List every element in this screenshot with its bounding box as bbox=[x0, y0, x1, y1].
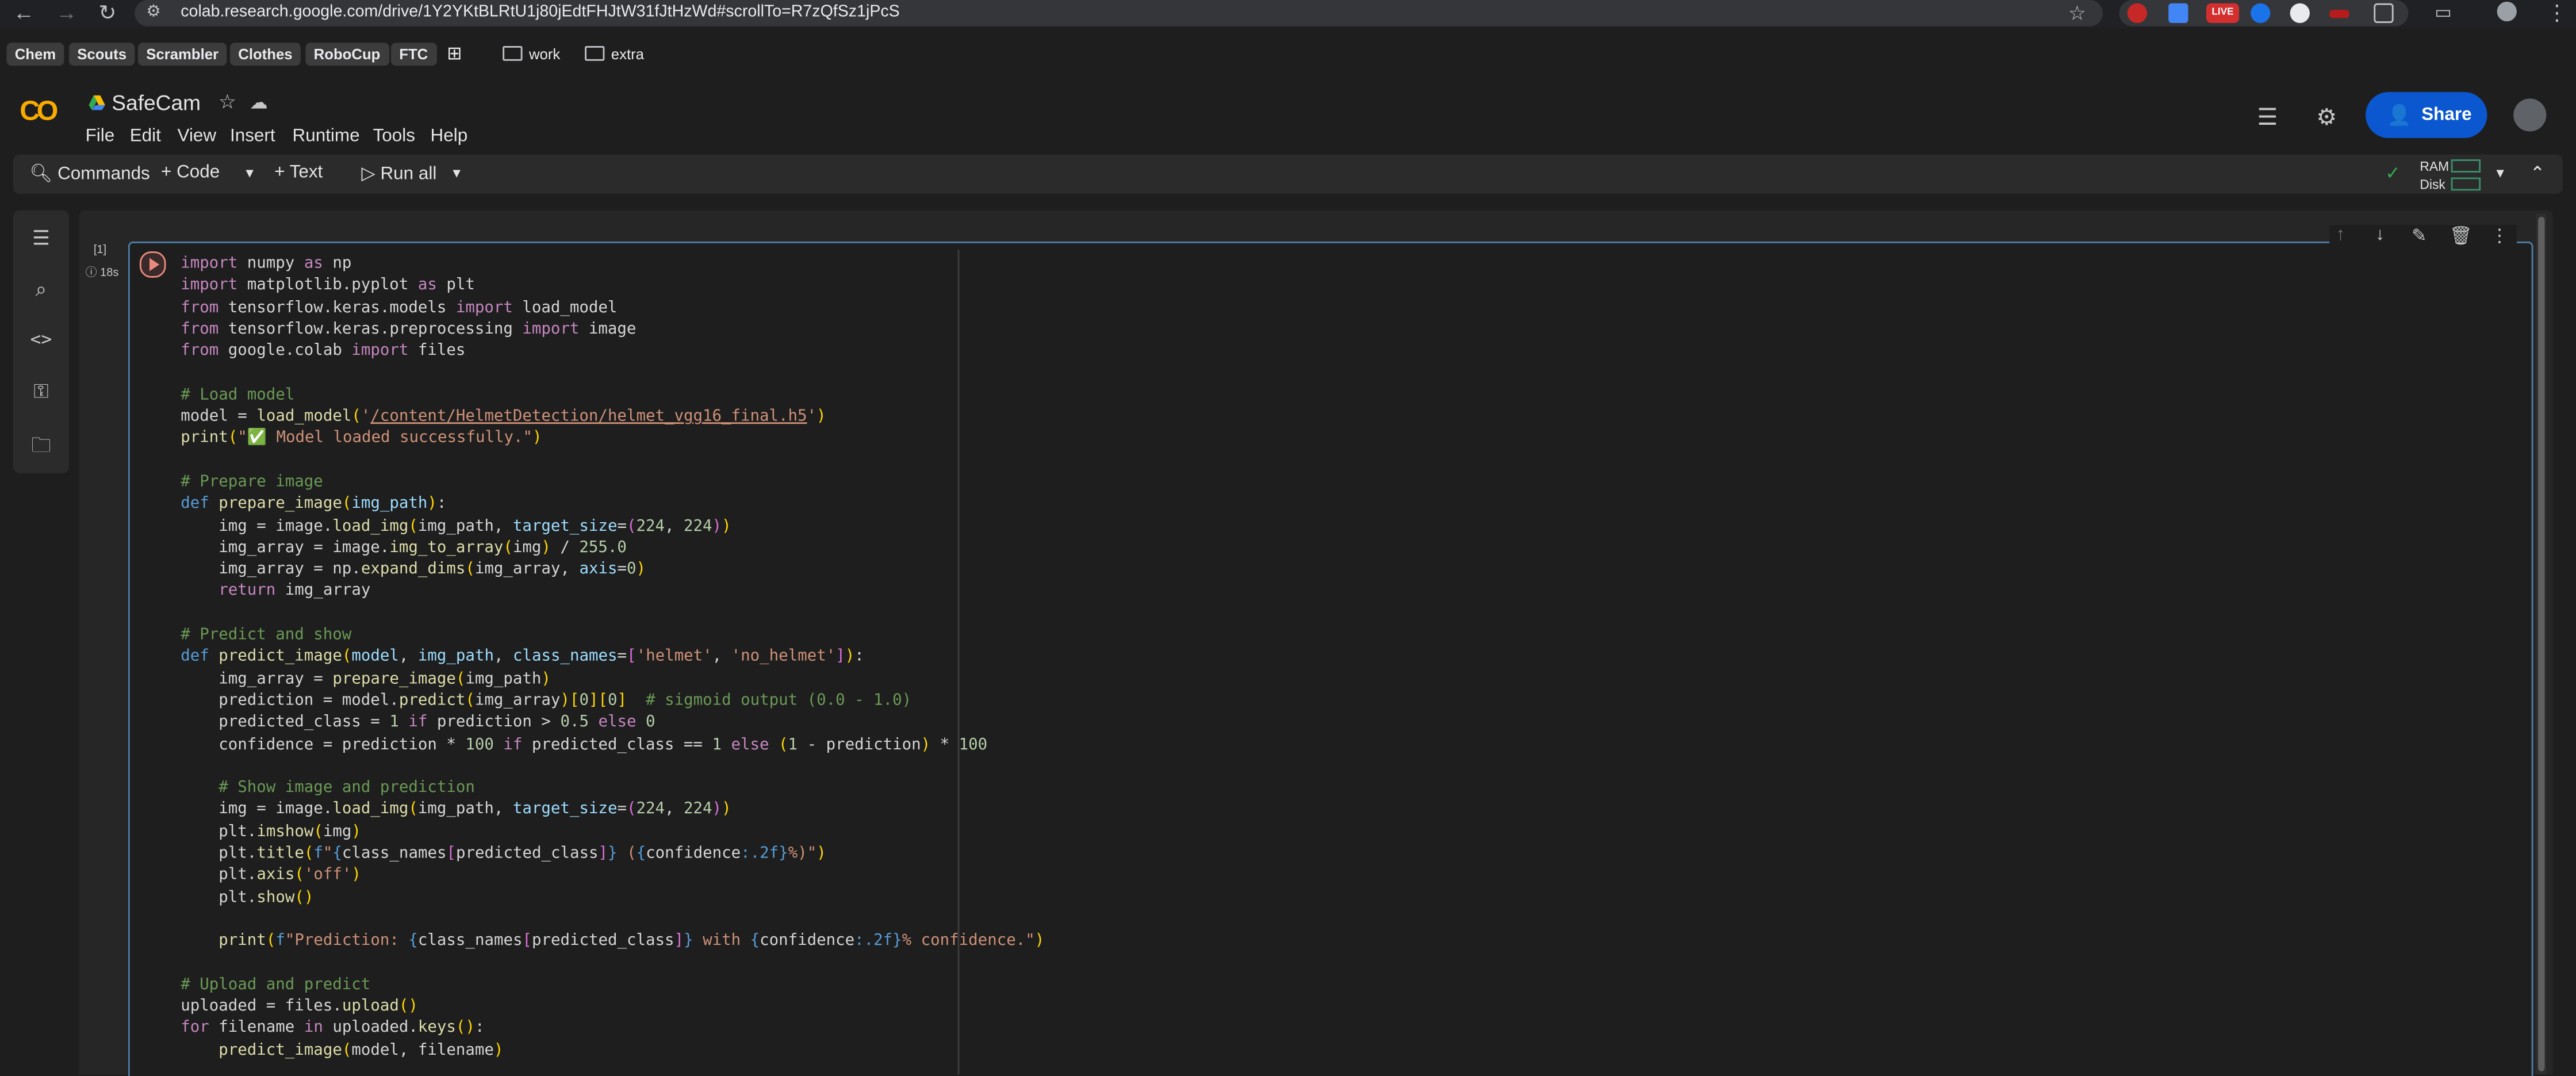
browser-toolbar: ← → ↻ ⚙ colab.research.google.com/drive/… bbox=[0, 0, 2576, 28]
collapse-header-icon[interactable]: ⌃ bbox=[2530, 163, 2545, 184]
run-all-label: Run all bbox=[380, 164, 437, 184]
apps-icon[interactable]: ⊞ bbox=[447, 43, 462, 66]
warning-icon: ⓘ bbox=[85, 267, 97, 279]
reading-list-icon[interactable]: ▭ bbox=[2435, 2, 2452, 25]
share-button[interactable]: 👤 Share bbox=[2366, 91, 2487, 138]
runtime-dropdown-icon[interactable]: ▼ bbox=[2494, 166, 2507, 181]
extension-live-icon[interactable]: LIVE bbox=[2206, 3, 2240, 23]
bookmark-folder-extra[interactable]: extra bbox=[585, 43, 644, 66]
cell-toolbar: ↑ ↓ ✎ 🗑 ⋮ bbox=[2329, 225, 2517, 250]
menu-help[interactable]: Help bbox=[431, 127, 468, 146]
search-icon: 🔍︎ bbox=[29, 164, 53, 184]
share-label: Share bbox=[2421, 105, 2472, 125]
profile-avatar-icon[interactable] bbox=[2497, 1, 2517, 22]
commands-label: Commands bbox=[57, 164, 150, 184]
extension-blue-icon[interactable] bbox=[2251, 3, 2271, 23]
drive-icon bbox=[89, 95, 105, 110]
execution-count: [1] bbox=[93, 244, 107, 256]
find-icon[interactable]: ⌕ bbox=[29, 278, 52, 302]
bookmark-clothes[interactable]: Clothes bbox=[229, 43, 301, 66]
extensions-puzzle-icon[interactable] bbox=[2374, 3, 2394, 23]
site-info-icon[interactable]: ⚙ bbox=[146, 2, 161, 25]
folder-icon bbox=[503, 45, 523, 61]
move-down-icon[interactable]: ↓ bbox=[2375, 225, 2385, 244]
people-icon: 👤 bbox=[2387, 103, 2412, 127]
url-text[interactable]: colab.research.google.com/drive/1Y2YKtBL… bbox=[181, 3, 899, 21]
bookmark-folder-work[interactable]: work bbox=[503, 43, 560, 66]
notebook-title[interactable]: SafeCam bbox=[112, 90, 201, 115]
menu-edit[interactable]: Edit bbox=[130, 127, 161, 146]
disk-meter bbox=[2451, 177, 2481, 191]
run-cell-button[interactable] bbox=[139, 251, 166, 278]
run-all-button[interactable]: ▷ Run all bbox=[362, 163, 437, 184]
extension-translate-icon[interactable] bbox=[2168, 3, 2188, 23]
extension-red-icon[interactable] bbox=[2127, 3, 2148, 23]
menu-file[interactable]: File bbox=[86, 127, 115, 146]
menu-runtime[interactable]: Runtime bbox=[293, 127, 360, 146]
code-dropdown-icon[interactable]: ▼ bbox=[243, 166, 256, 181]
more-icon[interactable]: ⋮ bbox=[2490, 225, 2508, 246]
ram-label: RAM bbox=[2420, 159, 2450, 174]
menu-insert[interactable]: Insert bbox=[230, 127, 275, 146]
commands-button[interactable]: 🔍︎ Commands bbox=[29, 163, 150, 184]
play-icon: ▷ bbox=[361, 164, 375, 184]
extensions-bar: LIVE bbox=[2119, 0, 2409, 26]
notebook-toolbar: 🔍︎ Commands + Code ▼ + Text ▷ Run all ▼ … bbox=[13, 154, 2563, 194]
add-text-button[interactable]: + Text bbox=[274, 163, 323, 182]
toc-icon[interactable]: ☰ bbox=[29, 227, 52, 250]
avatar[interactable] bbox=[2513, 98, 2547, 132]
delete-icon[interactable]: 🗑 bbox=[2450, 225, 2472, 246]
secrets-key-icon[interactable]: ⚿ bbox=[29, 380, 52, 404]
execution-time: ⓘ 18s bbox=[86, 265, 119, 281]
execution-time-label: 18s bbox=[100, 267, 119, 279]
add-code-button[interactable]: + Code bbox=[161, 163, 220, 182]
run-all-dropdown-icon[interactable]: ▼ bbox=[450, 166, 463, 181]
code-editor[interactable]: import numpy as np import matplotlib.pyp… bbox=[181, 253, 1044, 1062]
cloud-saved-icon[interactable]: ☁ bbox=[250, 92, 267, 113]
menu-view[interactable]: View bbox=[178, 127, 217, 146]
folder-label: extra bbox=[611, 45, 644, 63]
colab-logo[interactable]: CO bbox=[20, 95, 58, 128]
scrollbar-thumb[interactable] bbox=[2538, 217, 2545, 1071]
star-icon[interactable]: ☆ bbox=[2068, 2, 2086, 25]
files-folder-icon[interactable]: 🗀 bbox=[29, 431, 52, 465]
edit-icon[interactable]: ✎ bbox=[2412, 225, 2426, 246]
extension-tr-icon[interactable] bbox=[2290, 3, 2310, 23]
ram-meter bbox=[2451, 159, 2481, 173]
bookmark-robocup[interactable]: RoboCup bbox=[305, 43, 389, 66]
bookmark-chem[interactable]: Chem bbox=[6, 43, 64, 66]
forward-icon[interactable]: → bbox=[56, 1, 77, 25]
disk-label: Disk bbox=[2420, 177, 2445, 193]
bookmarks-bar: Chem Scouts Scrambler Clothes RoboCup FT… bbox=[0, 40, 2576, 69]
settings-gear-icon[interactable]: ⚙ bbox=[2316, 104, 2337, 132]
browser-menu-icon[interactable]: ⋮ bbox=[2546, 1, 2567, 25]
reload-icon[interactable]: ↻ bbox=[98, 1, 116, 25]
comment-icon[interactable]: ☰ bbox=[2257, 104, 2278, 132]
folder-icon bbox=[585, 45, 605, 61]
bookmark-ftc[interactable]: FTC bbox=[390, 43, 436, 66]
move-up-icon[interactable]: ↑ bbox=[2336, 225, 2345, 244]
connected-check-icon: ✓ bbox=[2385, 164, 2401, 184]
code-snippets-icon[interactable]: <> bbox=[29, 328, 52, 350]
bookmark-scrambler[interactable]: Scrambler bbox=[137, 43, 227, 66]
side-rail: ☰ ⌕ <> ⚿ 🗀 bbox=[13, 210, 69, 473]
extension-pill-icon[interactable] bbox=[2329, 10, 2349, 18]
menu-tools[interactable]: Tools bbox=[373, 127, 415, 146]
folder-label: work bbox=[528, 45, 561, 63]
star-icon[interactable]: ☆ bbox=[218, 90, 236, 113]
bookmark-scouts[interactable]: Scouts bbox=[68, 43, 135, 66]
back-icon[interactable]: ← bbox=[13, 1, 34, 25]
